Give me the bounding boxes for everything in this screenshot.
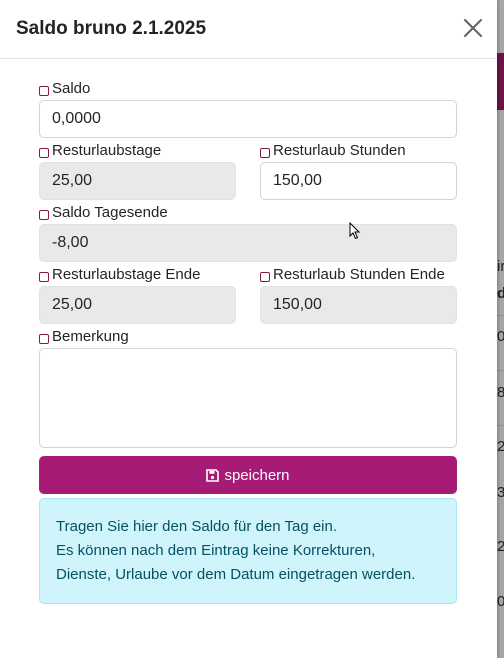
info-line: Tragen Sie hier den Saldo für den Tag ei… [56, 518, 338, 535]
saldo-label: Saldo [39, 80, 90, 98]
resturlaub-stunden-ende-checkbox[interactable] [260, 271, 270, 282]
saldo-modal: Saldo bruno 2.1.2025 Saldo 0,0000 Restur… [0, 0, 497, 658]
resturlaub-stunden-ende-label: Resturlaub Stunden Ende [260, 266, 445, 284]
saldo-label-text: Saldo [52, 80, 91, 97]
bemerkung-label: Bemerkung [39, 328, 129, 346]
saldo-input[interactable]: 0,0000 [39, 100, 457, 138]
info-alert: Tragen Sie hier den Saldo für den Tag ei… [39, 498, 457, 604]
modal-header: Saldo bruno 2.1.2025 [0, 0, 497, 59]
modal-title: Saldo bruno 2.1.2025 [16, 18, 207, 39]
resturlaub-stunden-input[interactable]: 150,00 [260, 162, 457, 200]
saldo-tagesende-label: Saldo Tagesende [39, 204, 168, 222]
close-button[interactable] [462, 17, 484, 39]
bemerkung-label-text: Bemerkung [52, 328, 129, 345]
floppy-disk-icon [206, 468, 220, 482]
resturlaub-stunden-label: Resturlaub Stunden [260, 142, 406, 160]
close-icon [464, 19, 482, 37]
info-line: Es können nach dem Eintrag keine Korrekt… [56, 542, 376, 559]
resturlaub-stunden-checkbox[interactable] [260, 147, 270, 158]
resturlaub-stunden-ende-input[interactable]: 150,00 [260, 286, 457, 324]
saldo-tagesende-input[interactable]: -8,00 [39, 224, 457, 262]
resturlaubstage-ende-label: Resturlaubstage Ende [39, 266, 200, 284]
modal-backdrop[interactable] [497, 0, 504, 658]
mouse-cursor-icon [349, 222, 361, 240]
resturlaubstage-checkbox[interactable] [39, 147, 49, 158]
save-button[interactable]: speichern [39, 456, 457, 494]
resturlaub-stunden-label-text: Resturlaub Stunden [273, 142, 406, 159]
info-line: Dienste, Urlaube vor dem Datum eingetrag… [56, 566, 416, 583]
resturlaub-stunden-ende-label-text: Resturlaub Stunden Ende [273, 266, 445, 283]
resturlaubstage-label: Resturlaubstage [39, 142, 161, 160]
resturlaubstage-ende-label-text: Resturlaubstage Ende [52, 266, 201, 283]
bemerkung-checkbox[interactable] [39, 333, 49, 344]
saldo-tagesende-label-text: Saldo Tagesende [52, 204, 168, 221]
save-button-label: speichern [224, 466, 290, 484]
resturlaubstage-ende-input[interactable]: 25,00 [39, 286, 236, 324]
resturlaubstage-ende-checkbox[interactable] [39, 271, 49, 282]
bemerkung-textarea[interactable] [39, 348, 457, 448]
resturlaubstage-input[interactable]: 25,00 [39, 162, 236, 200]
saldo-checkbox[interactable] [39, 85, 49, 96]
resturlaubstage-label-text: Resturlaubstage [52, 142, 162, 159]
saldo-tagesende-checkbox[interactable] [39, 209, 49, 220]
